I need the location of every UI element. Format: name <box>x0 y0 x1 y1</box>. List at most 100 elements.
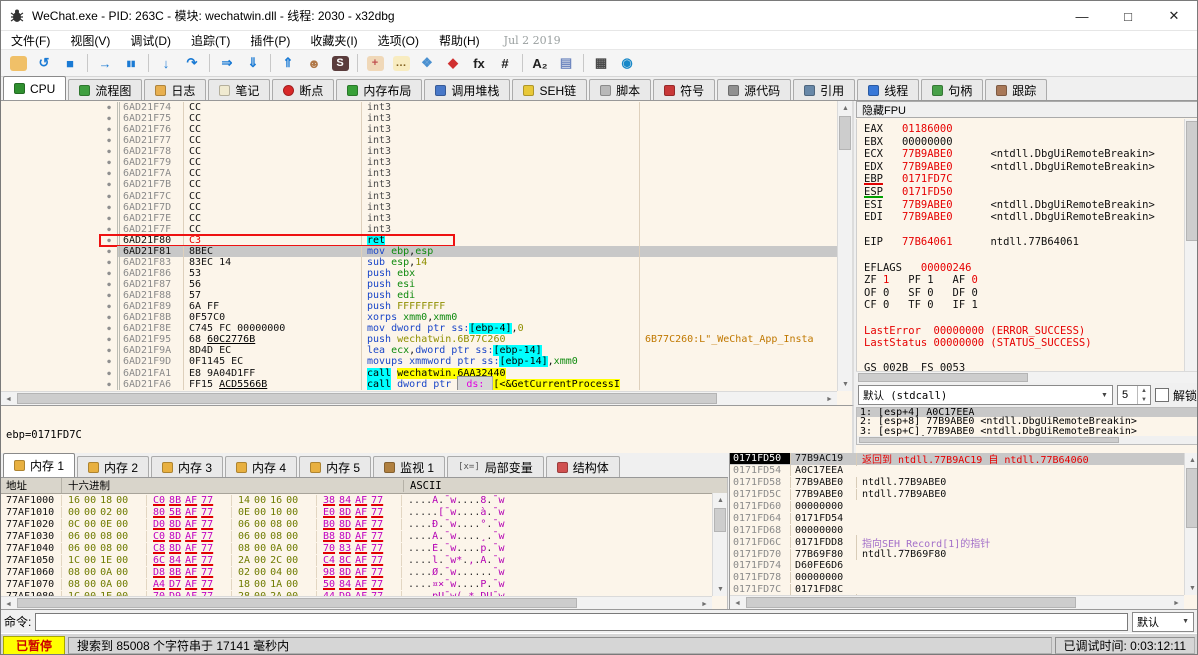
breakpoint-dot-icon[interactable]: ● <box>101 204 117 211</box>
stack-row[interactable]: 0171FD6000000000 <box>730 501 1184 513</box>
breakpoint-dot-icon[interactable]: ● <box>101 259 117 266</box>
breakpoint-dot-icon[interactable]: ● <box>101 137 117 144</box>
breakpoint-dot-icon[interactable]: ● <box>101 325 117 332</box>
disasm-row[interactable]: ●6AD21F8B0F57C0xorps xmm0,xmm0 <box>1 312 837 323</box>
tab-13[interactable]: 句柄 <box>921 79 983 100</box>
minimize-button[interactable]: — <box>1059 1 1105 31</box>
dump-tab-4[interactable]: 内存 5 <box>299 456 371 477</box>
tab-8[interactable]: 脚本 <box>589 79 651 100</box>
tab-14[interactable]: 跟踪 <box>985 79 1047 100</box>
execute-till-return-button[interactable]: ⇓ <box>241 52 265 74</box>
command-profile-combo[interactable]: 默认 ▼ <box>1132 612 1194 632</box>
register-line[interactable] <box>864 224 1186 237</box>
breakpoint-dot-icon[interactable]: ● <box>101 314 117 321</box>
tab-12[interactable]: 线程 <box>857 79 919 100</box>
run-to-selection-button[interactable]: ⇒ <box>215 52 239 74</box>
comments-button[interactable]: … <box>389 52 413 74</box>
breakpoint-dot-icon[interactable]: ● <box>101 215 117 222</box>
spinner-down-icon[interactable]: ▼ <box>1138 395 1150 404</box>
maximize-button[interactable]: □ <box>1105 1 1151 31</box>
menu-item-4[interactable]: 插件(P) <box>240 31 300 49</box>
unlock-checkbox[interactable]: 解锁 <box>1155 387 1197 404</box>
register-line[interactable]: EDI 77B9ABE0 <ntdll.DbgUiRemoteBreakin> <box>864 211 1186 224</box>
register-line[interactable]: LastStatus 00000000 (STATUS_SUCCESS) <box>864 337 1186 350</box>
disassembly-horizontal-scrollbar[interactable]: ◄ ► <box>1 391 837 405</box>
menu-item-3[interactable]: 追踪(T) <box>181 31 240 49</box>
menu-item-5[interactable]: 收藏夹(I) <box>300 31 367 49</box>
register-line[interactable] <box>864 249 1186 262</box>
register-line[interactable]: ZF 1 PF 1 AF 0 <box>864 274 1186 287</box>
calculator-button[interactable]: ▦ <box>589 52 613 74</box>
disasm-row[interactable]: ●6AD21F75CCint3 <box>1 113 837 124</box>
breakpoint-dot-icon[interactable]: ● <box>101 115 117 122</box>
disasm-row[interactable]: ●6AD21F818BECmov ebp,esp <box>1 246 837 257</box>
register-line[interactable]: LastError 00000000 (ERROR_SUCCESS) <box>864 325 1186 338</box>
register-line[interactable]: EBP 0171FD7C <box>864 173 1186 186</box>
disasm-row[interactable]: ●6AD21F7DCCint3 <box>1 202 837 213</box>
disasm-row[interactable]: ●6AD21F8756push esi <box>1 279 837 290</box>
breakpoint-dot-icon[interactable]: ● <box>101 248 117 255</box>
register-line[interactable]: EDX 77B9ABE0 <ntdll.DbgUiRemoteBreakin> <box>864 161 1186 174</box>
step-into-button[interactable]: ↓ <box>154 52 178 74</box>
patches-button[interactable]: + <box>363 52 387 74</box>
memory-row[interactable]: 77AF107008000A00A4D7AF7718001A005084AF77… <box>1 578 727 590</box>
disasm-row[interactable]: ●6AD21FA6FF15 ACD5566Bcall dword ptr ds:… <box>1 379 837 390</box>
tab-4[interactable]: 断点 <box>272 79 334 100</box>
disasm-row[interactable]: ●6AD21F7ACCint3 <box>1 168 837 179</box>
memory-row[interactable]: 77AF106008000A00D88BAF7702000400988DAF77… <box>1 566 727 578</box>
breakpoint-dot-icon[interactable]: ● <box>101 270 117 277</box>
stack-row[interactable]: 0171FD5C77B9ABE0ntdll.77B9ABE0 <box>730 489 1184 501</box>
disasm-row[interactable]: ●6AD21F8653push ebx <box>1 268 837 279</box>
strings-button[interactable]: A₂ <box>528 52 552 74</box>
disasm-row[interactable]: ●6AD21F8EC745 FC 00000000mov dword ptr s… <box>1 323 837 334</box>
tab-0[interactable]: CPU <box>3 76 66 100</box>
disasm-row[interactable]: ●6AD21F79CCint3 <box>1 157 837 168</box>
breakpoint-dot-icon[interactable]: ● <box>101 281 117 288</box>
stack-row[interactable]: 0171FD54A0C17EEA <box>730 465 1184 477</box>
breakpoint-dot-icon[interactable]: ● <box>101 292 117 299</box>
register-line[interactable]: EFLAGS 00000246 <box>864 262 1186 275</box>
scylla-button[interactable]: S <box>328 52 352 74</box>
breakpoint-dot-icon[interactable]: ● <box>101 347 117 354</box>
memory-row[interactable]: 77AF104006000800C88DAF7708000A007083AF77… <box>1 542 727 554</box>
stop-button[interactable]: ■ <box>58 52 82 74</box>
attach-window-button[interactable]: ▤ <box>554 52 578 74</box>
command-input[interactable] <box>35 613 1128 631</box>
breakpoint-dot-icon[interactable]: ● <box>101 193 117 200</box>
breakpoint-dot-icon[interactable]: ● <box>101 303 117 310</box>
arguments-horizontal-scrollbar[interactable] <box>857 436 1198 444</box>
tab-11[interactable]: 引用 <box>793 79 855 100</box>
register-line[interactable]: EAX 01186000 <box>864 123 1186 136</box>
registers-vertical-scrollbar[interactable] <box>1184 119 1198 371</box>
disasm-row[interactable]: ●6AD21F76CCint3 <box>1 124 837 135</box>
breakpoint-dot-icon[interactable]: ● <box>101 336 117 343</box>
argument-count-spinner[interactable]: 5 ▲▼ <box>1117 385 1151 405</box>
favourites-button[interactable]: ◉ <box>615 52 639 74</box>
stack-row[interactable]: 0171FD74D60FE6D6 <box>730 560 1184 572</box>
step-over-button[interactable]: ↷ <box>180 52 204 74</box>
dump-tab-0[interactable]: 内存 1 <box>3 453 75 477</box>
menu-item-7[interactable]: 帮助(H) <box>429 31 490 49</box>
stack-vertical-scrollbar[interactable]: ▲ ▼ <box>1184 453 1198 595</box>
registers-horizontal-scrollbar[interactable] <box>856 371 1198 383</box>
hide-fpu-button[interactable]: 隐藏FPU <box>856 101 1198 118</box>
stack-horizontal-scrollbar[interactable]: ◄ ► <box>730 595 1184 609</box>
tab-1[interactable]: 流程图 <box>68 79 142 100</box>
dump-tab-6[interactable]: [x=]局部变量 <box>447 456 544 477</box>
tab-2[interactable]: 日志 <box>144 79 206 100</box>
breakpoint-dot-icon[interactable]: ● <box>101 181 117 188</box>
register-line[interactable] <box>864 350 1186 363</box>
memory-row[interactable]: 77AF100016001800C08BAF77140016003884AF77… <box>1 494 727 506</box>
stack-row[interactable]: 0171FD640171FD54 <box>730 512 1184 524</box>
dump-tab-5[interactable]: 监视 1 <box>373 456 445 477</box>
register-line[interactable]: EIP 77B64061 ntdll.77B64061 <box>864 236 1186 249</box>
register-line[interactable]: OF 0 SF 0 DF 0 <box>864 287 1186 300</box>
register-line[interactable]: CF 0 TF 0 IF 1 <box>864 299 1186 312</box>
stack-row[interactable]: 0171FD6C0171FDD8指向SEH_Record[1]的指针 <box>730 536 1184 548</box>
menu-item-1[interactable]: 视图(V) <box>60 31 120 49</box>
register-line[interactable]: ESP 0171FD50 <box>864 186 1186 199</box>
breakpoint-dot-icon[interactable]: ● <box>101 170 117 177</box>
breakpoint-dot-icon[interactable]: ● <box>101 381 117 388</box>
menu-item-6[interactable]: 选项(O) <box>368 31 429 49</box>
register-line[interactable]: ECX 77B9ABE0 <ntdll.DbgUiRemoteBreakin> <box>864 148 1186 161</box>
